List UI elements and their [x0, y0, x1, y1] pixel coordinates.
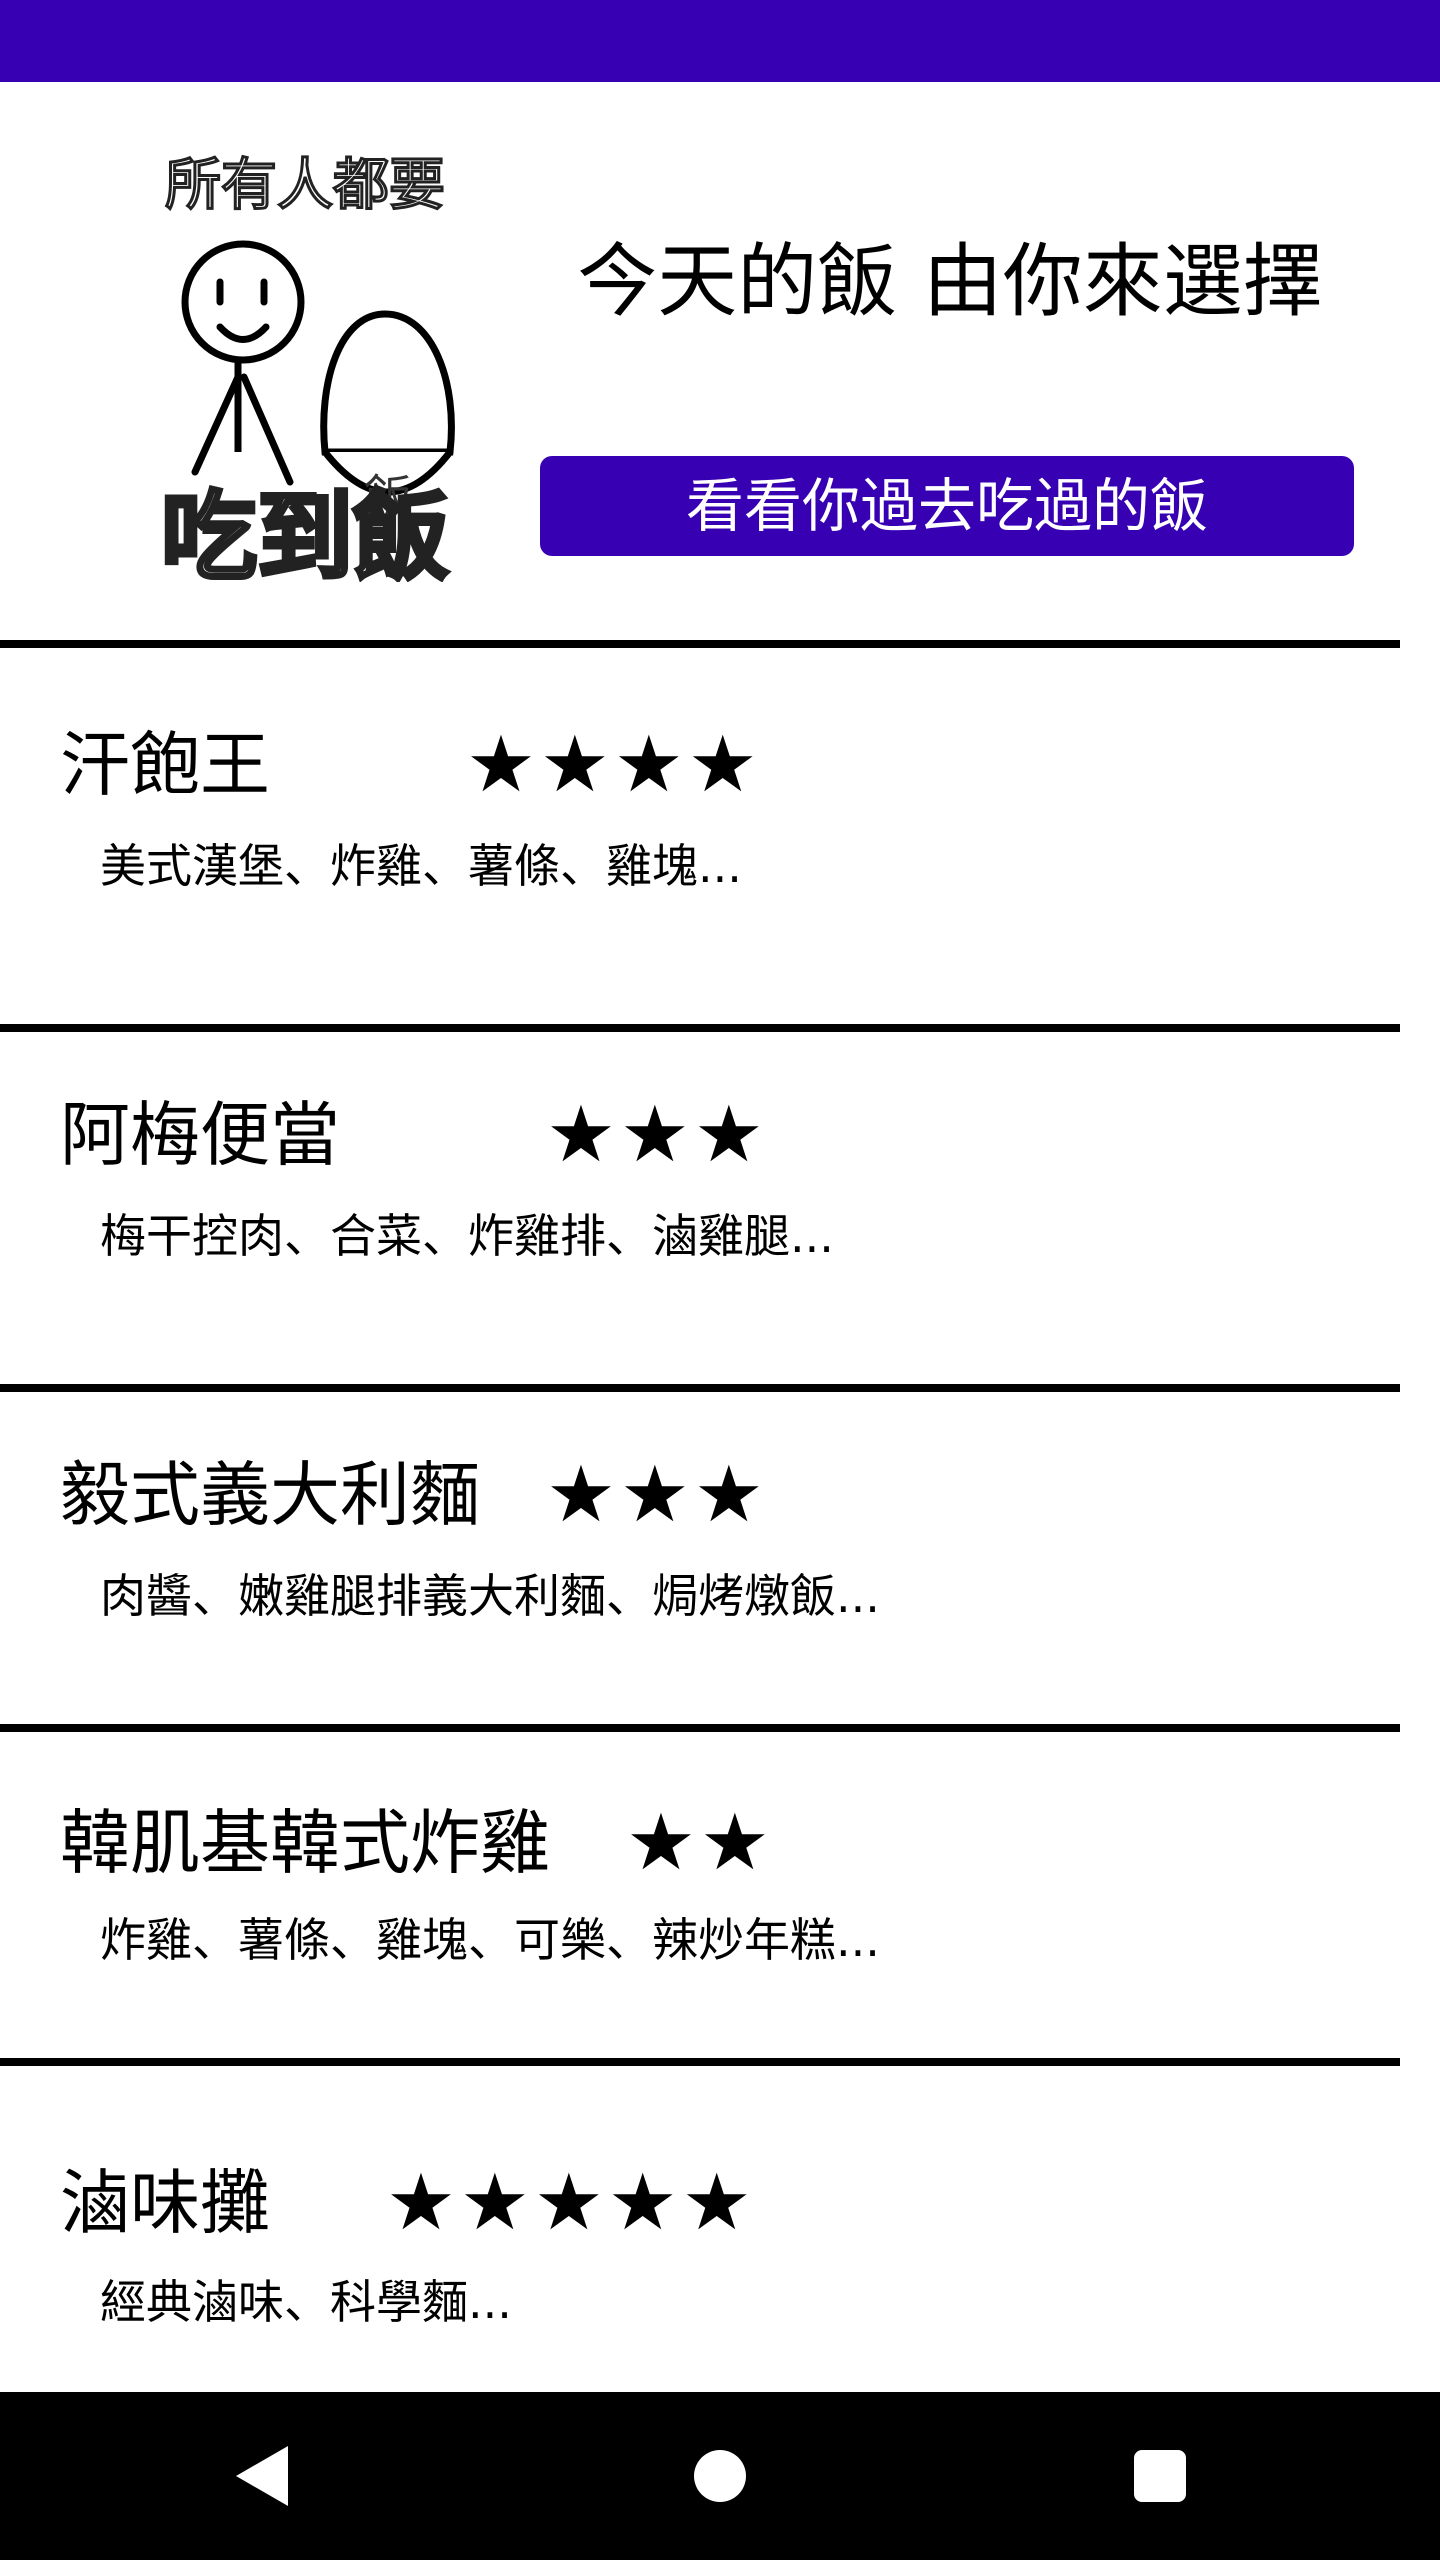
restaurant-description: 經典滷味、科學麵... — [100, 2275, 512, 2329]
home-circle-icon[interactable] — [680, 2436, 760, 2516]
logo-top-text: 所有人都要 — [165, 153, 445, 218]
navigation-bar — [0, 2392, 1440, 2560]
status-bar — [0, 0, 1440, 82]
logo-bottom-text: 吃到飯 — [161, 481, 449, 582]
divider — [0, 1724, 1400, 1732]
star-rating: ★★★★★ — [386, 2158, 756, 2248]
restaurant-description: 美式漢堡、炸雞、薯條、雞塊... — [100, 839, 742, 893]
star-rating: ★★★ — [546, 1090, 768, 1180]
star-rating: ★★★ — [546, 1450, 768, 1540]
restaurant-name: 阿梅便當 — [60, 1094, 340, 1176]
restaurant-item-korean-fried-chicken[interactable]: 韓肌基韓式炸雞 ★★ 炸雞、薯條、雞塊、可樂、辣炒年糕... — [0, 1732, 1400, 2060]
view-history-button[interactable]: 看看你過去吃過的飯 — [540, 456, 1354, 556]
divider — [0, 640, 1400, 648]
restaurant-name: 汗飽王 — [60, 724, 270, 806]
restaurant-description: 肉醬、嫩雞腿排義大利麵、焗烤燉飯... — [100, 1569, 880, 1623]
logo-illustration: 所有人都要 飯 吃到飯 — [159, 152, 455, 582]
restaurant-name: 滷味攤 — [60, 2162, 270, 2244]
star-rating: ★★ — [626, 1798, 774, 1888]
page-title: 今天的飯 由你來選擇 — [577, 235, 1323, 328]
restaurant-item-hanbaowang[interactable]: 汗飽王 ★★★★ 美式漢堡、炸雞、薯條、雞塊... — [0, 648, 1400, 1024]
back-triangle-icon[interactable] — [222, 2436, 302, 2516]
app-logo: 所有人都要 飯 吃到飯 — [140, 152, 470, 582]
restaurant-item-yishi-pasta[interactable]: 毅式義大利麵 ★★★ 肉醬、嫩雞腿排義大利麵、焗烤燉飯... — [0, 1392, 1400, 1724]
restaurant-name: 毅式義大利麵 — [60, 1454, 480, 1536]
divider — [0, 2058, 1400, 2066]
restaurant-item-luwei-stall[interactable]: 滷味攤 ★★★★★ 經典滷味、科學麵... — [0, 2066, 1400, 2392]
header: 所有人都要 飯 吃到飯 今天的飯 由你來選擇 看看你過去吃過的飯 — [0, 82, 1440, 642]
divider — [0, 1384, 1400, 1392]
restaurant-description: 梅干控肉、合菜、炸雞排、滷雞腿... — [100, 1209, 834, 1263]
recents-square-icon[interactable] — [1120, 2436, 1200, 2516]
divider — [0, 1024, 1400, 1032]
star-rating: ★★★★ — [466, 720, 762, 810]
restaurant-item-amei-bento[interactable]: 阿梅便當 ★★★ 梅干控肉、合菜、炸雞排、滷雞腿... — [0, 1032, 1400, 1384]
restaurant-name: 韓肌基韓式炸雞 — [60, 1802, 550, 1884]
restaurant-description: 炸雞、薯條、雞塊、可樂、辣炒年糕... — [100, 1913, 880, 1967]
